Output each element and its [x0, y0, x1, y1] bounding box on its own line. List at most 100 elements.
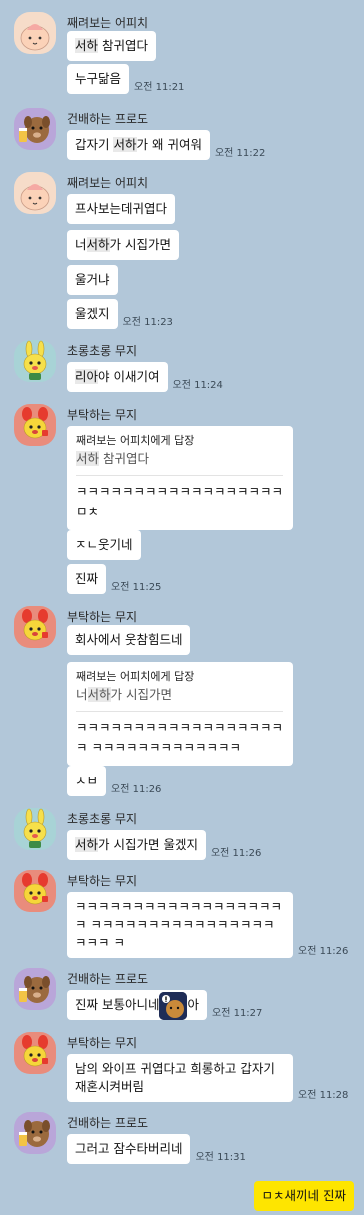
message[interactable]: 그러고 잠수타버리네 오전 11:31	[67, 1134, 246, 1164]
ryan-emoticon-icon	[159, 991, 188, 1020]
highlighted-name: 서하	[76, 451, 100, 466]
sender-name: 초롱초롱 무지	[67, 812, 138, 826]
message-bubble[interactable]: 갑자기 서하가 왜 귀여워	[67, 130, 210, 160]
message-bubble[interactable]: 프사보는데귀엽다	[67, 194, 176, 224]
timestamp: 오전 11:26	[210, 848, 262, 859]
sender-name: 째려보는 어피치	[67, 176, 149, 190]
message-text: 너	[75, 237, 87, 252]
reply-header: 째려보는 어피치에게 답장	[76, 434, 195, 447]
message-bubble[interactable]: 서하 참귀엽다	[67, 31, 156, 61]
highlighted-name: 서하	[86, 237, 110, 252]
reply-header: 째려보는 어피치에게 답장	[76, 670, 195, 683]
message-text: 가 시집가면	[109, 237, 172, 252]
message-bubble[interactable]: ㅅㅂ	[67, 766, 107, 796]
timestamp: 오전 11:21	[134, 82, 185, 93]
reply-divider	[76, 711, 283, 712]
timestamp: 오전 11:26	[111, 784, 162, 795]
sender-name: 부탁하는 무지	[67, 1036, 138, 1050]
message-bubble[interactable]: ㅈㄴ웃기네	[67, 530, 141, 560]
message-bubble[interactable]: 그러고 잠수타버리네	[67, 1134, 191, 1164]
highlighted-name: 서하	[87, 687, 111, 702]
message-bubble[interactable]: 서하가 시집가면 울겠지	[67, 830, 206, 860]
message[interactable]: 프사보는데귀엽다	[67, 194, 176, 224]
message-bubble[interactable]: 누구닮음	[67, 64, 130, 94]
message-bubble[interactable]: 회사에서 웃참힘드네	[67, 625, 191, 655]
message-bubble[interactable]: 진짜	[67, 564, 107, 594]
reply-quote: 너서하가 시집가면	[76, 685, 283, 705]
timestamp: 오전 11:25	[111, 582, 162, 593]
timestamp: 오전 11:22	[214, 148, 266, 159]
muzi-red-icon[interactable]	[14, 870, 56, 912]
message[interactable]: 누구닮음 오전 11:21	[67, 64, 184, 94]
message[interactable]: 울겠지 오전 11:23	[67, 299, 173, 329]
frodo-icon[interactable]	[14, 968, 56, 1010]
message-bubble[interactable]: 진짜 보통아니네 아	[67, 990, 207, 1020]
timestamp: 오전 11:23	[122, 317, 173, 328]
message-text: 아	[187, 997, 199, 1012]
reply-bubble[interactable]: 째려보는 어피치에게 답장 서하 참귀엽다 ㅋㅋㅋㅋㅋㅋㅋㅋㅋㅋㅋㅋㅋㅋㅋㅋㅋㅋ…	[67, 426, 293, 530]
highlighted-name: 서하	[75, 38, 99, 53]
sender-name: 부탁하는 무지	[67, 610, 138, 624]
timestamp: 오전 11:28	[298, 1090, 349, 1101]
message-bubble[interactable]: 울거냐	[67, 265, 118, 295]
sender-name: 초롱초롱 무지	[67, 344, 138, 358]
message[interactable]: 진짜 오전 11:25	[67, 564, 161, 594]
reply-message[interactable]: 째려보는 어피치에게 답장 너서하가 시집가면 ㅋㅋㅋㅋㅋㅋㅋㅋㅋㅋㅋㅋㅋㅋㅋㅋ…	[67, 662, 293, 766]
muzi-green-icon[interactable]	[14, 340, 56, 382]
message-text: 가 시집가면 울겠지	[98, 837, 198, 852]
message[interactable]: 남의 와이프 귀엽다고 희롱하고 갑자기 재혼시켜버림 오전 11:28	[67, 1054, 348, 1102]
highlighted-name: 리아	[75, 369, 99, 384]
message-text: 갑자기	[75, 137, 114, 152]
sender-name: 건배하는 프로도	[67, 1116, 149, 1130]
sender-name: 부탁하는 무지	[67, 874, 138, 888]
message-text: 참귀엽다	[99, 451, 149, 466]
timestamp: 오전 11:24	[172, 380, 223, 391]
message[interactable]: 갑자기 서하가 왜 귀여워 오전 11:22	[67, 130, 265, 160]
apeach-icon[interactable]	[14, 12, 56, 54]
message-text: ㅋㅋㅋㅋㅋㅋㅋㅋㅋㅋㅋㅋㅋㅋㅋㅋㅋㅋㅋ ㅋㅋㅋㅋㅋㅋㅋㅋㅋㅋㅋㅋㅋ	[76, 720, 284, 755]
message[interactable]: 너서하가 시집가면	[67, 230, 180, 260]
reply-quote: 서하 참귀엽다	[76, 449, 283, 469]
muzi-red-icon[interactable]	[14, 1032, 56, 1074]
message-text: 가 시집가면	[110, 687, 173, 702]
message[interactable]: 회사에서 웃참힘드네	[67, 625, 191, 655]
message-text: 진짜 보통아니네	[75, 997, 160, 1012]
message[interactable]: 서하 참귀엽다	[67, 31, 156, 61]
frodo-icon[interactable]	[14, 1112, 56, 1154]
message-bubble[interactable]: 리아야 이새기여	[67, 362, 168, 392]
message[interactable]: 울거냐	[67, 265, 118, 295]
message[interactable]: ㅅㅂ 오전 11:26	[67, 766, 161, 796]
muzi-green-icon[interactable]	[14, 808, 56, 850]
message-bubble[interactable]: ㅋㅋㅋㅋㅋㅋㅋㅋㅋㅋㅋㅋㅋㅋㅋㅋㅋㅋㅋ ㅋㅋㅋㅋㅋㅋㅋㅋㅋㅋㅋㅋㅋㅋㅋㅋㅋㅋㅋ …	[67, 892, 293, 958]
apeach-icon[interactable]	[14, 172, 56, 214]
message[interactable]: ㅋㅋㅋㅋㅋㅋㅋㅋㅋㅋㅋㅋㅋㅋㅋㅋㅋㅋㅋ ㅋㅋㅋㅋㅋㅋㅋㅋㅋㅋㅋㅋㅋㅋㅋㅋㅋㅋㅋ …	[67, 892, 348, 958]
sender-name: 건배하는 프로도	[67, 972, 149, 986]
message-bubble[interactable]: 남의 와이프 귀엽다고 희롱하고 갑자기 재혼시켜버림	[67, 1054, 293, 1102]
message[interactable]: 진짜 보통아니네 아 오전 11:27	[67, 990, 262, 1020]
sender-name: 째려보는 어피치	[67, 16, 149, 30]
message-text: 참귀엽다	[98, 38, 148, 53]
timestamp: 오전 11:26	[298, 946, 349, 957]
message-text: ㅋㅋㅋㅋㅋㅋㅋㅋㅋㅋㅋㅋㅋㅋㅋㅋㅋㅋ ㅁㅊ	[76, 484, 284, 519]
message[interactable]: ㅈㄴ웃기네	[67, 530, 141, 560]
reply-message[interactable]: 째려보는 어피치에게 답장 서하 참귀엽다 ㅋㅋㅋㅋㅋㅋㅋㅋㅋㅋㅋㅋㅋㅋㅋㅋㅋㅋ…	[67, 426, 293, 530]
muzi-red-icon[interactable]	[14, 606, 56, 648]
message-text: 야 이새기여	[98, 369, 160, 384]
sender-name: 부탁하는 무지	[67, 408, 138, 422]
message-text: 가 왜 귀여워	[136, 137, 202, 152]
muzi-red-icon[interactable]	[14, 404, 56, 446]
timestamp: 오전 11:31	[195, 1152, 246, 1163]
highlighted-name: 서하	[113, 137, 137, 152]
reply-divider	[76, 475, 283, 476]
frodo-icon[interactable]	[14, 108, 56, 150]
message-bubble[interactable]: 너서하가 시집가면	[67, 230, 180, 260]
timestamp: 오전 11:27	[212, 1008, 263, 1019]
message-text: 너	[76, 687, 88, 702]
my-message-bubble[interactable]: ㅁㅊ새끼네 진짜	[253, 1181, 354, 1211]
message-bubble[interactable]: 울겠지	[67, 299, 118, 329]
reply-bubble[interactable]: 째려보는 어피치에게 답장 너서하가 시집가면 ㅋㅋㅋㅋㅋㅋㅋㅋㅋㅋㅋㅋㅋㅋㅋㅋ…	[67, 662, 293, 766]
highlighted-name: 서하	[75, 837, 99, 852]
sender-name: 건배하는 프로도	[67, 112, 149, 126]
message[interactable]: 리아야 이새기여 오전 11:24	[67, 362, 223, 392]
message[interactable]: 서하가 시집가면 울겠지 오전 11:26	[67, 830, 261, 860]
